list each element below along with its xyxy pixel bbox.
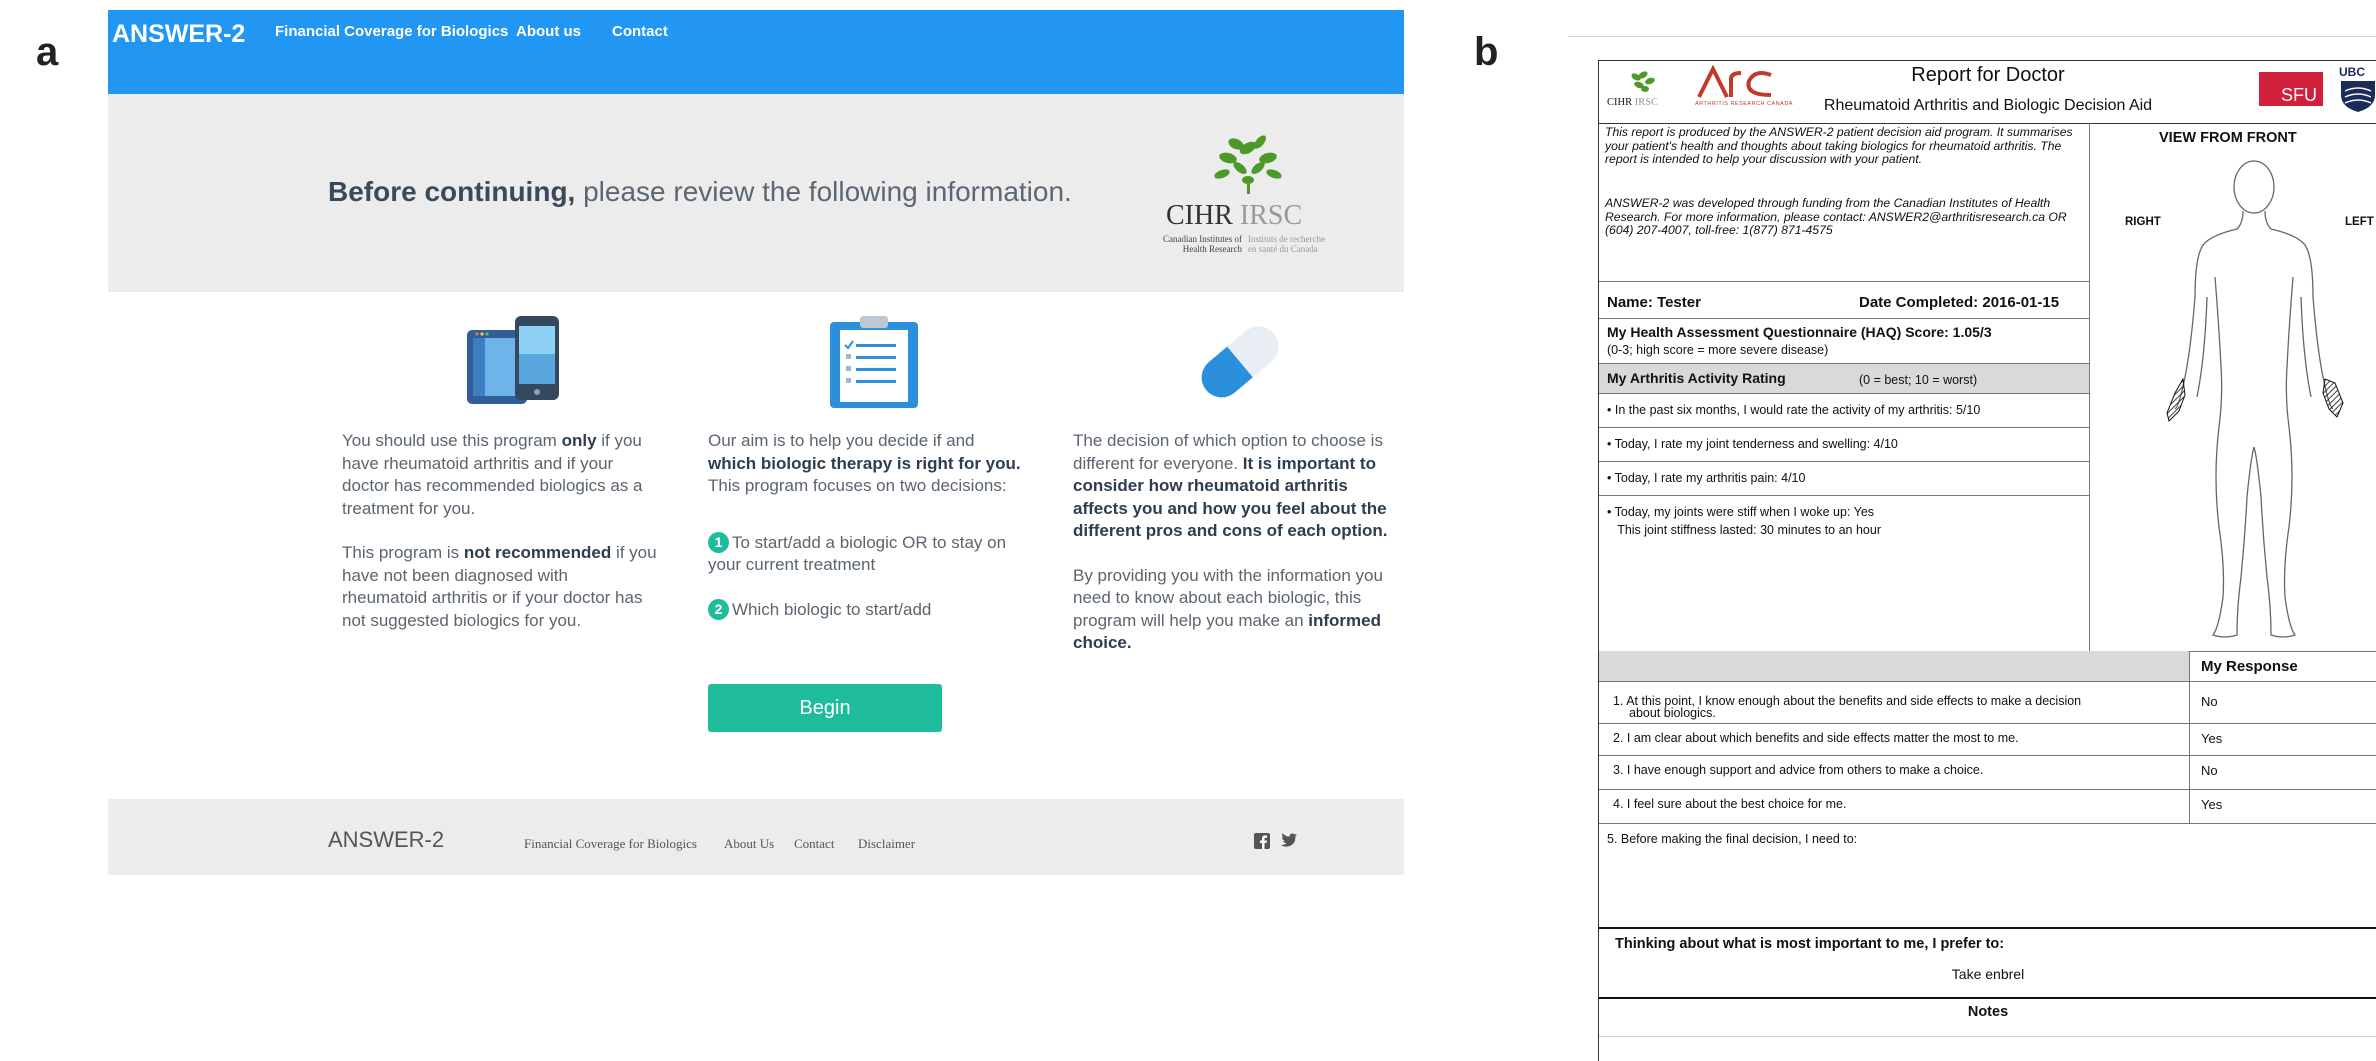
cihr-logo: CIHR IRSC Canadian Institutes of Health … [1144,128,1354,268]
response-4: Yes [2201,797,2223,812]
step-2-badge: 2 [708,598,729,620]
rating-item-tenderness: • Today, I rate my joint tenderness and … [1607,437,1898,451]
rule-notes [1599,1036,2376,1037]
notice-heading: Before continuing, please review the fol… [328,176,1072,208]
cihr-fr-line1: Instituts de recherche [1248,234,1325,244]
haq-score: My Health Assessment Questionnaire (HAQ)… [1607,324,1992,340]
rule-q1-top [1599,681,2376,682]
rule-rating-top [1599,363,2089,364]
usage-paragraph-1: You should use this program only if you … [342,431,643,518]
program-aim-column: Our aim is to help you decide if and whi… [708,430,1023,643]
header-rule [1599,123,2376,124]
rating-item-pain: • Today, I rate my arthritis pain: 4/10 [1607,471,1806,485]
question-2: 2. I am clear about which benefits and s… [1613,731,2019,745]
rule-rating-4 [1599,495,2089,496]
diagram-divider [2089,123,2090,651]
patient-name: Name: Tester [1607,294,1701,311]
usage-criteria-column: You should use this program only if you … [342,430,657,654]
rule-q5-top [1599,823,2376,824]
footer-link-disclaimer[interactable]: Disclaimer [858,836,915,852]
notice-banner: Before continuing, please review the fol… [108,94,1404,292]
site-brand-link[interactable]: ANSWER-2 [112,20,245,49]
rule-name-top [1599,281,2089,282]
sfu-logo: SFU [2259,72,2323,106]
rule-preference-bottom [1599,997,2376,999]
rating-title: My Arthritis Activity Rating [1607,370,1786,386]
guidance-paragraph-2: By providing you with the information yo… [1073,565,1383,653]
top-navbar: ANSWER-2 Financial Coverage for Biologic… [108,10,1404,94]
footer-link-about-us[interactable]: About Us [724,836,774,852]
usage-paragraph-2: This program is not recommended if you h… [342,543,657,630]
footer-brand: ANSWER-2 [328,827,445,852]
cihr-en-line2: Health Research [1182,244,1242,254]
rule-q4-top [1599,789,2376,790]
rating-item-activity: • In the past six months, I would rate t… [1607,403,1981,417]
rule-rating-2 [1599,427,2089,428]
report-top-rule [1568,36,2376,37]
devices-icon [467,316,559,404]
rating-item-stiffness-duration: This joint stiffness lasted: 30 minutes … [1607,523,1881,537]
begin-button[interactable]: Begin [708,684,942,732]
left-wrist-marker [2322,378,2344,418]
clipboard-icon [830,316,918,408]
my-response-header: My Response [2201,658,2298,675]
response-2: Yes [2201,731,2223,746]
report-intro-1: This report is produced by the ANSWER-2 … [1605,125,2073,167]
step-1-badge: 1 [708,531,729,553]
view-from-front-label: VIEW FROM FRONT [2159,130,2297,146]
rule-preference-top [1599,927,2376,929]
right-wrist-marker [2166,377,2186,422]
question-3: 3. I have enough support and advice from… [1613,763,1984,777]
haq-note: (0-3; high score = more severe disease) [1607,343,1829,357]
report-page: CIHR IRSC ARTHRITIS RESEARCH CANADA Repo… [1598,60,2376,1061]
aim-paragraph: Our aim is to help you decide if and whi… [708,431,1021,495]
questions-header-shade [1599,651,2189,681]
notice-heading-bold: Before continuing, [328,176,576,207]
question-5: 5. Before making the final decision, I n… [1607,832,1858,846]
footer-link-financial-coverage[interactable]: Financial Coverage for Biologics [524,836,697,852]
rule-rating-1 [1599,393,2089,394]
irsc-logo-text: IRSC [1239,200,1303,231]
panel-label-a: a [36,30,59,74]
response-3: No [2201,763,2218,778]
site-footer: ANSWER-2 Financial Coverage for Biologic… [108,799,1404,875]
answer-website-screenshot: ANSWER-2 Financial Coverage for Biologic… [108,10,1404,875]
doctor-report-scan: CIHR IRSC ARTHRITIS RESEARCH CANADA Repo… [1568,36,2376,1061]
human-body-diagram [2166,160,2344,638]
question-1-cont: about biologics. [1629,706,1716,720]
response-column-divider [2189,651,2190,823]
twitter-icon[interactable] [1280,833,1297,848]
preference-prompt: Thinking about what is most important to… [1615,936,2005,952]
rule-name-bottom [1599,318,2089,319]
footer-link-contact[interactable]: Contact [794,836,834,852]
pill-icon [1201,326,1279,398]
response-1: No [2201,694,2218,709]
rule-q3-top [1599,755,2376,756]
rule-rating-3 [1599,461,2089,462]
preference-answer: Take enbrel [1951,966,2025,982]
ubc-logo: UBC [2339,65,2376,117]
rule-q2-top [1599,723,2376,724]
rating-item-stiffness: • Today, my joints were stiff when I wok… [1607,505,1875,519]
facebook-icon[interactable] [1254,833,1270,849]
date-completed: Date Completed: 2016-01-15 [1859,294,2060,311]
decision-guidance-column: The decision of which option to choose i… [1073,430,1393,677]
cihr-logo-text: CIHR [1166,200,1233,231]
nav-link-financial-coverage[interactable]: Financial Coverage for Biologics [275,23,508,40]
cihr-en-line1: Canadian Institutes of [1163,234,1242,244]
cihr-fr-line2: en santé du Canada [1248,244,1318,254]
decision-step-2: 2 Which biologic to start/add [708,598,1023,622]
rating-scale: (0 = best; 10 = worst) [1859,373,1978,387]
nav-link-about-us[interactable]: About us [516,23,581,40]
report-intro-2: ANSWER-2 was developed through funding f… [1605,196,2067,238]
decision-step-1: 1 To start/add a biologic OR to stay on y… [708,531,1007,574]
nav-link-contact[interactable]: Contact [612,23,668,40]
info-section: You should use this program only if you … [108,292,1404,799]
question-4: 4. I feel sure about the best choice for… [1613,797,1847,811]
notice-heading-rest: please review the following information. [575,176,1072,207]
guidance-paragraph-1: The decision of which option to choose i… [1073,431,1388,540]
ubc-crest-icon [2341,81,2375,112]
panel-label-b: b [1474,30,1499,74]
